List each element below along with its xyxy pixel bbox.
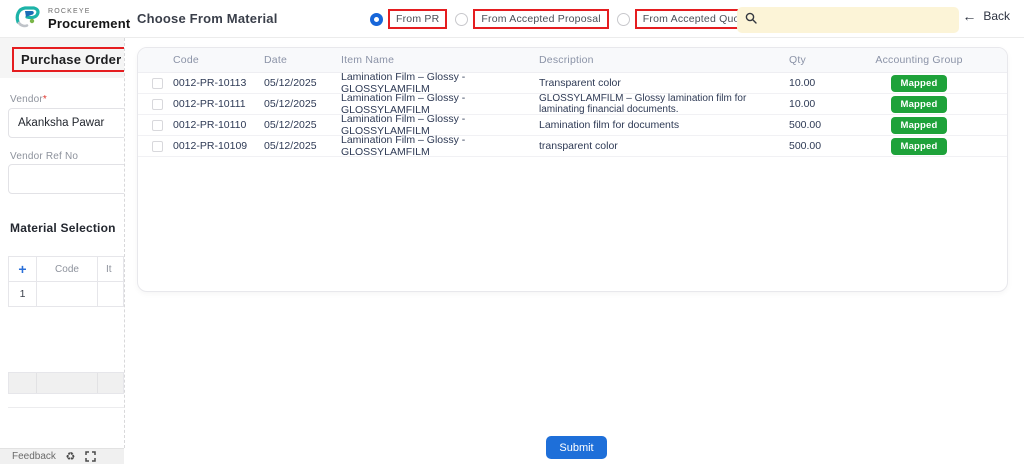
radio-label-from-pr[interactable]: From PR [388, 9, 447, 29]
cell-qty: 500.00 [789, 140, 869, 152]
mapped-badge: Mapped [891, 75, 946, 92]
vendor-label: Vendor* [10, 94, 47, 105]
cell-code: 0012-PR-10110 [173, 119, 264, 131]
row-checkbox[interactable] [152, 141, 163, 152]
cell-qty: 10.00 [789, 98, 869, 110]
rockeye-logo-icon [12, 2, 42, 37]
page-title: Purchase Order [12, 47, 124, 72]
table-row[interactable]: 0012-PR-10111 05/12/2025 Lamination Film… [138, 94, 1007, 115]
source-radio-group: From PR From Accepted Proposal From Acce… [370, 0, 782, 38]
back-arrow-icon: ← [962, 9, 976, 23]
feedback-label[interactable]: Feedback [12, 451, 56, 462]
material-row-index: 1 [9, 282, 37, 306]
brand-product: Procurement [48, 17, 130, 30]
search-icon [745, 11, 757, 29]
material-table-row[interactable]: 1 [9, 282, 123, 307]
app-root: ROCKEYE Procurement Choose From Material… [0, 0, 1024, 464]
cell-qty: 500.00 [789, 119, 869, 131]
cell-description: Transparent color [539, 77, 789, 89]
mapped-badge: Mapped [891, 117, 946, 134]
header-code: Code [173, 54, 264, 66]
search-box[interactable] [737, 7, 959, 33]
modal-left-dashed-edge [124, 38, 125, 448]
material-selection-table: + Code It 1 [8, 256, 124, 307]
search-input[interactable] [763, 14, 951, 26]
material-col-item: It [98, 264, 123, 275]
brand-logo: ROCKEYE Procurement [12, 3, 127, 35]
radio-from-pr[interactable] [370, 13, 383, 26]
radio-from-accepted-quotation[interactable] [617, 13, 630, 26]
vendor-label-text: Vendor [10, 94, 43, 105]
material-selection-title: Material Selection [10, 221, 116, 235]
mapped-badge: Mapped [891, 138, 946, 155]
cell-description: transparent color [539, 140, 789, 152]
brand-text: ROCKEYE Procurement [48, 8, 130, 30]
radio-from-accepted-proposal[interactable] [455, 13, 468, 26]
row-checkbox[interactable] [152, 99, 163, 110]
table-row[interactable]: 0012-PR-10110 05/12/2025 Lamination Film… [138, 115, 1007, 136]
choose-material-modal: Code Date Item Name Description Qty Acco… [125, 38, 1024, 464]
cell-description: Lamination film for documents [539, 119, 789, 131]
material-table-footer [8, 372, 124, 394]
cell-description: GLOSSYLAMFILM – Glossy lamination film f… [539, 93, 789, 116]
header-accounting-group: Accounting Group [869, 54, 969, 66]
feedback-bar: Feedback ♻ [0, 448, 124, 464]
cell-date: 05/12/2025 [264, 119, 341, 131]
brand-name: ROCKEYE [48, 8, 130, 15]
choose-from-material-label: Choose From Material [137, 11, 278, 26]
fullscreen-icon[interactable] [85, 451, 96, 462]
material-col-code: Code [37, 257, 98, 281]
vendor-ref-label: Vendor Ref No [10, 151, 78, 162]
back-button[interactable]: ← Back [962, 9, 1010, 23]
cell-qty: 10.00 [789, 77, 869, 89]
vendor-ref-field[interactable] [8, 164, 124, 194]
material-footer-cell [9, 373, 37, 393]
header-item-name: Item Name [341, 54, 539, 66]
add-row-button[interactable]: + [9, 257, 37, 281]
header-qty: Qty [789, 54, 869, 66]
material-table-subrow [8, 394, 124, 408]
top-bar: ROCKEYE Procurement Choose From Material… [0, 0, 1024, 38]
back-label: Back [983, 9, 1010, 23]
vendor-field[interactable] [8, 108, 124, 138]
cell-code: 0012-PR-10111 [173, 98, 264, 110]
material-table-header: + Code It [9, 257, 123, 282]
cell-item-name: Lamination Film – Glossy - GLOSSYLAMFILM [341, 134, 539, 158]
cell-date: 05/12/2025 [264, 77, 341, 89]
submit-button[interactable]: Submit [546, 436, 607, 459]
header-date: Date [264, 54, 341, 66]
header-description: Description [539, 54, 789, 66]
material-footer-cell [37, 373, 98, 393]
cell-date: 05/12/2025 [264, 98, 341, 110]
purchase-order-sidebar: Purchase Order Vendor* Vendor Ref No Mat… [0, 38, 124, 448]
table-header-row: Code Date Item Name Description Qty Acco… [138, 48, 1007, 73]
radio-label-from-accepted-proposal[interactable]: From Accepted Proposal [473, 9, 608, 29]
row-checkbox[interactable] [152, 78, 163, 89]
cell-date: 05/12/2025 [264, 140, 341, 152]
table-row[interactable]: 0012-PR-10113 05/12/2025 Lamination Film… [138, 73, 1007, 94]
recycle-icon[interactable]: ♻ [65, 451, 76, 462]
pr-items-table: Code Date Item Name Description Qty Acco… [137, 47, 1008, 292]
material-row-code-cell[interactable] [37, 282, 98, 306]
table-row[interactable]: 0012-PR-10109 05/12/2025 Lamination Film… [138, 136, 1007, 157]
required-asterisk: * [43, 94, 47, 105]
mapped-badge: Mapped [891, 96, 946, 113]
cell-code: 0012-PR-10113 [173, 77, 264, 89]
row-checkbox[interactable] [152, 120, 163, 131]
cell-code: 0012-PR-10109 [173, 140, 264, 152]
modal-header: Choose From Material From PR From Accept… [125, 0, 1024, 38]
page-title-band: Purchase Order [0, 38, 124, 78]
